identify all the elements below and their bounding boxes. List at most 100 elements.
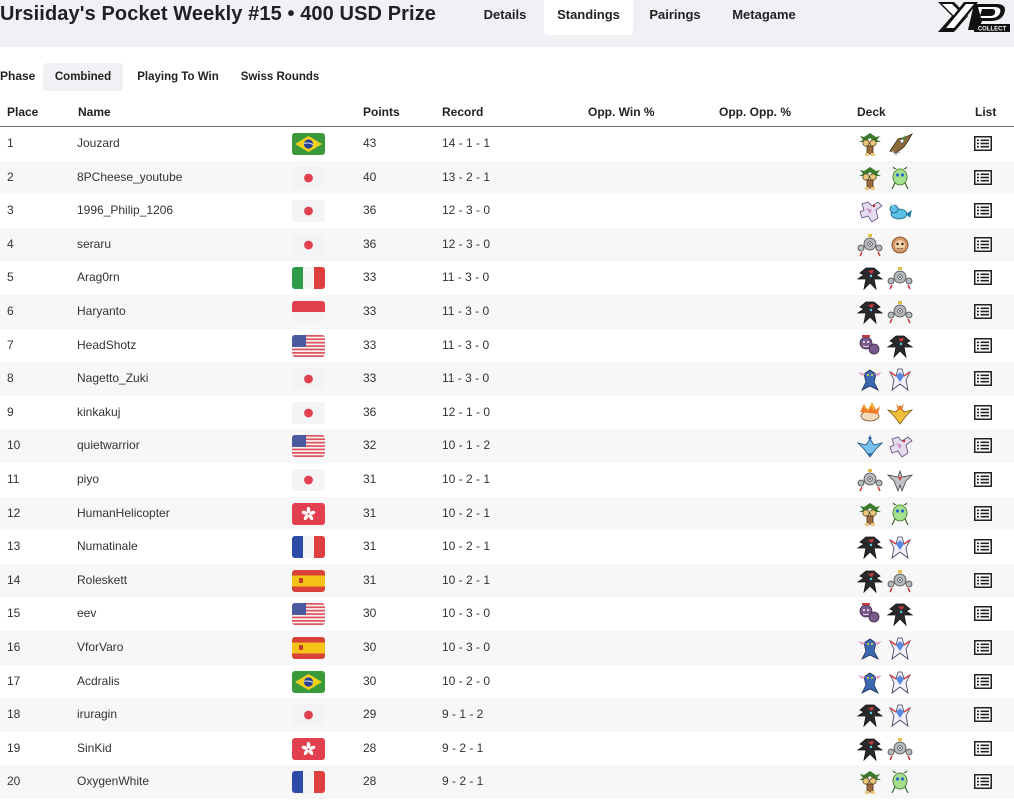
col-header-points[interactable]: Points bbox=[363, 105, 400, 119]
table-row[interactable]: 18 iruragin 29 9 - 1 - 2 bbox=[0, 698, 1014, 732]
player-name-link[interactable]: Nagetto_Zuki bbox=[77, 362, 148, 396]
table-row[interactable]: 7 HeadShotz 33 11 - 3 - 0 bbox=[0, 329, 1014, 363]
phase-tab-combined[interactable]: Combined bbox=[43, 63, 123, 91]
col-header-opp-win[interactable]: Opp. Win % bbox=[588, 105, 655, 119]
player-name-link[interactable]: Jouzard bbox=[77, 127, 120, 161]
col-header-place[interactable]: Place bbox=[7, 105, 38, 119]
decklist-icon[interactable] bbox=[974, 505, 992, 521]
deck-icons[interactable] bbox=[856, 702, 926, 728]
record-cell: 13 - 2 - 1 bbox=[442, 169, 491, 184]
decklist-icon[interactable] bbox=[974, 236, 992, 252]
table-row[interactable]: 3 1996_Philip_1206 36 12 - 3 - 0 bbox=[0, 194, 1014, 228]
player-name-link[interactable]: HeadShotz bbox=[77, 329, 136, 363]
points-cell: 28 bbox=[363, 740, 377, 755]
table-row[interactable]: 2 8PCheese_youtube 40 13 - 2 - 1 bbox=[0, 160, 1014, 195]
decklist-icon[interactable] bbox=[974, 606, 992, 622]
deck-icons[interactable] bbox=[856, 601, 926, 627]
deck-icons[interactable] bbox=[856, 265, 926, 291]
decklist-icon[interactable] bbox=[974, 371, 992, 387]
deck-icons[interactable] bbox=[856, 366, 926, 392]
table-row[interactable]: 10 quietwarrior 32 10 - 1 - 2 bbox=[0, 429, 1014, 463]
table-row[interactable]: 13 Numatinale 31 10 - 2 - 1 bbox=[0, 530, 1014, 564]
col-header-name[interactable]: Name bbox=[78, 105, 111, 119]
table-row[interactable]: 12 HumanHelicopter 31 10 - 2 - 1 bbox=[0, 496, 1014, 531]
deck-icons[interactable] bbox=[856, 568, 926, 594]
tab-metagame[interactable]: Metagame bbox=[719, 0, 809, 35]
player-name-link[interactable]: kinkakuj bbox=[77, 396, 120, 430]
decklist-icon[interactable] bbox=[974, 169, 992, 185]
player-name-link[interactable]: Arag0rn bbox=[77, 261, 120, 295]
deck-icons[interactable] bbox=[856, 299, 926, 325]
deck-icons[interactable] bbox=[856, 769, 926, 795]
table-row[interactable]: 1 Jouzard 43 14 - 1 - 1 bbox=[0, 127, 1014, 161]
player-name-link[interactable]: seraru bbox=[77, 228, 111, 262]
player-name-link[interactable]: eev bbox=[77, 597, 96, 631]
deck-icons[interactable] bbox=[856, 165, 926, 191]
deck-icons[interactable] bbox=[856, 669, 926, 695]
decklist-icon[interactable] bbox=[974, 539, 992, 555]
table-row[interactable]: 6 Haryanto 33 11 - 3 - 0 bbox=[0, 294, 1014, 329]
player-name-link[interactable]: Acdralis bbox=[77, 665, 120, 699]
player-name-link[interactable]: HumanHelicopter bbox=[77, 497, 170, 531]
player-name-link[interactable]: VforVaro bbox=[77, 631, 123, 665]
deck-icons[interactable] bbox=[856, 333, 926, 359]
player-name-link[interactable]: quietwarrior bbox=[77, 429, 140, 463]
table-row[interactable]: 19 SinKid 28 9 - 2 - 1 bbox=[0, 732, 1014, 766]
darkrai-icon bbox=[856, 702, 884, 728]
deck-icons[interactable] bbox=[856, 198, 926, 224]
xp-collect-logo[interactable]: COLLECT bbox=[934, 0, 1012, 39]
player-name-link[interactable]: OxygenWhite bbox=[77, 765, 149, 799]
table-row[interactable]: 8 Nagetto_Zuki 33 11 - 3 - 0 bbox=[0, 362, 1014, 396]
decklist-icon[interactable] bbox=[974, 303, 992, 319]
decklist-icon[interactable] bbox=[974, 707, 992, 723]
player-name-link[interactable]: 8PCheese_youtube bbox=[77, 161, 182, 195]
decklist-icon[interactable] bbox=[974, 203, 992, 219]
phase-label: Phase bbox=[0, 69, 36, 83]
deck-icons[interactable] bbox=[856, 400, 926, 426]
player-name-link[interactable]: piyo bbox=[77, 463, 99, 497]
deck-icons[interactable] bbox=[856, 534, 926, 560]
decklist-icon[interactable] bbox=[974, 404, 992, 420]
deck-icons[interactable] bbox=[856, 433, 926, 459]
player-name-link[interactable]: iruragin bbox=[77, 698, 117, 732]
table-row[interactable]: 20 OxygenWhite 28 9 - 2 - 1 bbox=[0, 765, 1014, 799]
table-row[interactable]: 14 Roleskett 31 10 - 2 - 1 bbox=[0, 563, 1014, 598]
table-row[interactable]: 17 Acdralis 30 10 - 2 - 0 bbox=[0, 665, 1014, 699]
player-name-link[interactable]: Numatinale bbox=[77, 530, 138, 564]
player-name-link[interactable]: Roleskett bbox=[77, 564, 127, 598]
tab-standings[interactable]: Standings bbox=[544, 0, 633, 35]
deck-icons[interactable] bbox=[856, 467, 926, 493]
decklist-icon[interactable] bbox=[974, 471, 992, 487]
decklist-icon[interactable] bbox=[974, 136, 992, 151]
col-header-record[interactable]: Record bbox=[442, 105, 483, 119]
table-row[interactable]: 15 eev 30 10 - 3 - 0 bbox=[0, 597, 1014, 631]
table-row[interactable]: 9 kinkakuj 36 12 - 1 - 0 bbox=[0, 396, 1014, 430]
phase-tab-swiss-rounds[interactable]: Swiss Rounds bbox=[234, 63, 326, 91]
decklist-icon[interactable] bbox=[974, 740, 992, 756]
table-row[interactable]: 4 seraru 36 12 - 3 - 0 bbox=[0, 227, 1014, 262]
tab-pairings[interactable]: Pairings bbox=[639, 0, 711, 35]
deck-icons[interactable] bbox=[856, 131, 926, 157]
decklist-icon[interactable] bbox=[974, 337, 992, 353]
decklist-icon[interactable] bbox=[974, 673, 992, 689]
tab-details[interactable]: Details bbox=[470, 0, 540, 35]
decklist-icon[interactable] bbox=[974, 438, 992, 454]
player-name-link[interactable]: SinKid bbox=[77, 732, 112, 766]
player-name-link[interactable]: Haryanto bbox=[77, 295, 126, 329]
player-name-link[interactable]: 1996_Philip_1206 bbox=[77, 194, 173, 228]
deck-icons[interactable] bbox=[856, 501, 926, 527]
deck-icons[interactable] bbox=[856, 635, 926, 661]
table-row[interactable]: 16 VforVaro 30 10 - 3 - 0 bbox=[0, 630, 1014, 665]
decklist-icon[interactable] bbox=[974, 639, 992, 655]
decklist-icon[interactable] bbox=[974, 572, 992, 588]
record-cell: 12 - 1 - 0 bbox=[442, 404, 491, 419]
deck-icons[interactable] bbox=[856, 232, 926, 258]
phase-tab-playing-to-win[interactable]: Playing To Win bbox=[130, 63, 226, 91]
decklist-icon[interactable] bbox=[974, 774, 992, 790]
deck-icons[interactable] bbox=[856, 736, 926, 762]
table-row[interactable]: 5 Arag0rn 33 11 - 3 - 0 bbox=[0, 261, 1014, 295]
japan-flag-icon bbox=[292, 233, 325, 256]
table-row[interactable]: 11 piyo 31 10 - 2 - 1 bbox=[0, 463, 1014, 497]
col-header-opp-opp[interactable]: Opp. Opp. % bbox=[719, 105, 791, 119]
decklist-icon[interactable] bbox=[974, 270, 992, 286]
